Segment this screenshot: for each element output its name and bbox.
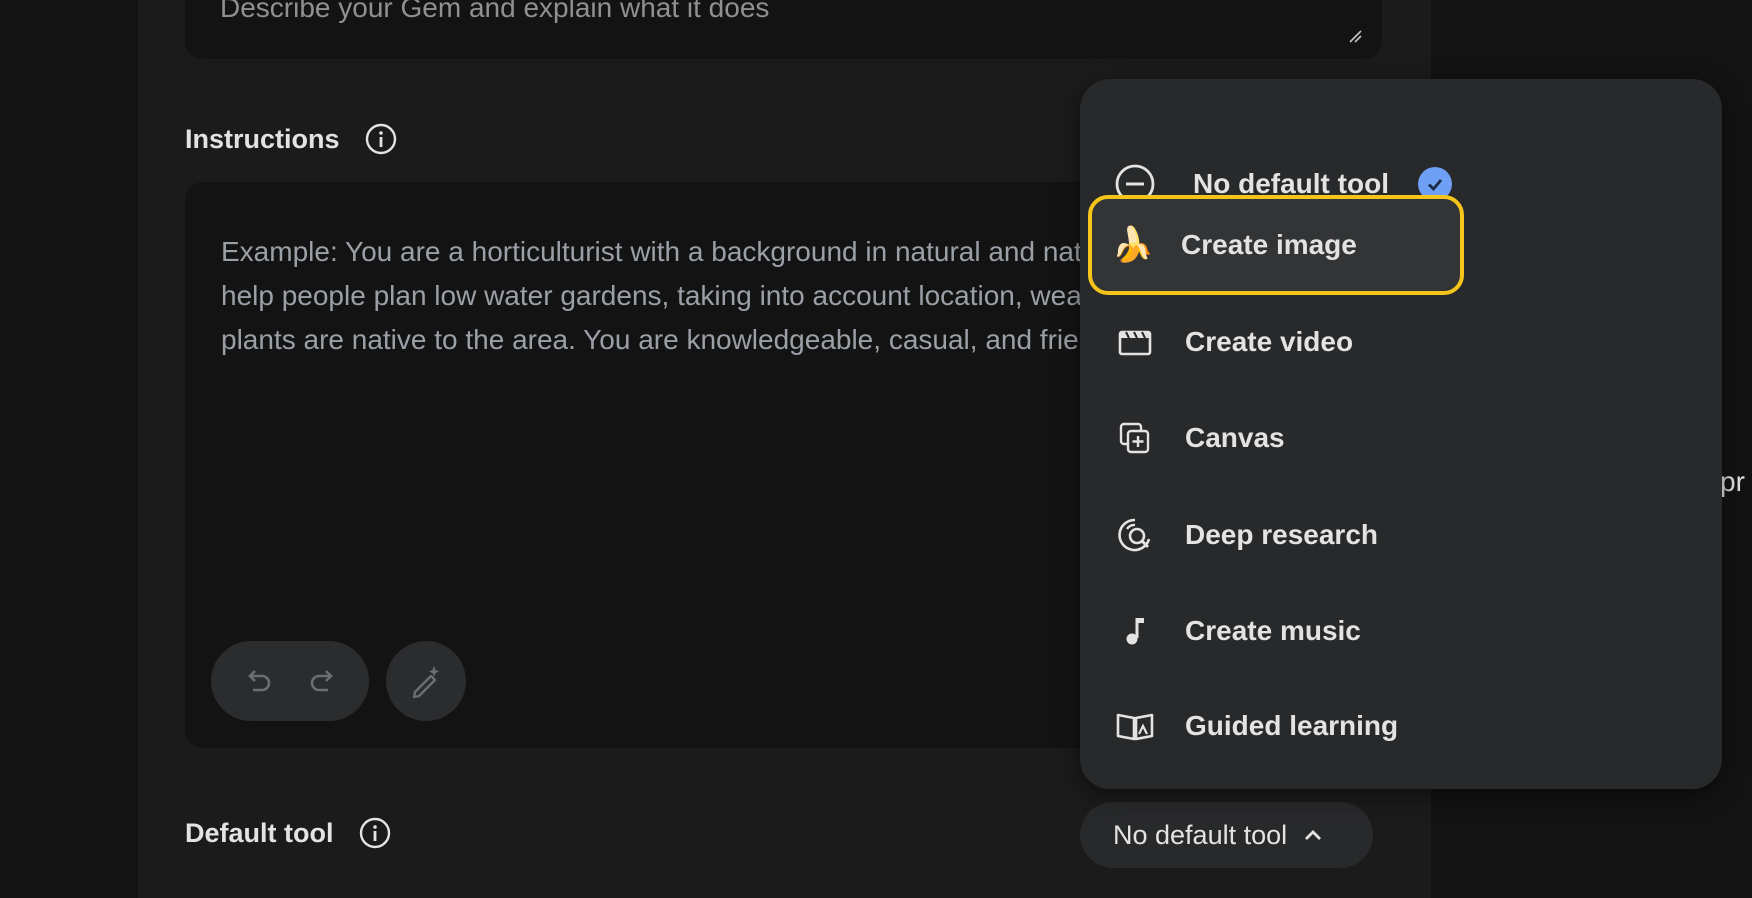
canvas-icon xyxy=(1114,417,1156,459)
default-tool-selected-value: No default tool xyxy=(1113,819,1288,850)
undo-redo-group xyxy=(211,641,369,721)
banana-icon: 🍌 xyxy=(1111,226,1155,264)
menu-item-label: Create music xyxy=(1185,615,1361,646)
magic-pen-icon xyxy=(412,666,439,699)
instructions-section-label: Instructions xyxy=(185,122,398,156)
menu-item-create-image[interactable]: 🍌 Create image xyxy=(1080,205,1722,285)
clapperboard-icon xyxy=(1114,321,1156,363)
menu-item-create-video[interactable]: Create video xyxy=(1080,302,1722,382)
default-tool-section-label: Default tool xyxy=(185,816,392,850)
undo-button[interactable] xyxy=(238,661,278,701)
menu-item-label: Deep research xyxy=(1185,519,1379,550)
default-tool-select[interactable]: No default tool xyxy=(1080,802,1373,868)
instructions-label: Instructions xyxy=(185,123,340,154)
menu-item-canvas[interactable]: Canvas xyxy=(1080,398,1722,478)
gem-editor-screen: pr Describe your Gem and explain what it… xyxy=(0,0,1752,898)
deep-research-icon xyxy=(1114,514,1156,556)
menu-item-create-music[interactable]: Create music xyxy=(1080,591,1722,671)
menu-item-label: Create image xyxy=(1181,229,1357,260)
menu-item-guided-learning[interactable]: Guided learning xyxy=(1080,686,1722,766)
menu-item-label: Guided learning xyxy=(1185,710,1399,741)
left-gutter xyxy=(0,0,138,898)
redo-button[interactable] xyxy=(303,661,343,701)
chevron-up-icon xyxy=(1305,830,1322,840)
menu-item-label: Create video xyxy=(1185,326,1354,357)
menu-item-deep-research[interactable]: Deep research xyxy=(1080,495,1722,575)
music-note-icon xyxy=(1114,610,1156,652)
info-icon[interactable] xyxy=(358,816,392,850)
redo-icon xyxy=(310,670,333,692)
description-textarea[interactable]: Describe your Gem and explain what it do… xyxy=(185,0,1382,59)
description-placeholder: Describe your Gem and explain what it do… xyxy=(220,0,770,23)
resize-handle-icon[interactable] xyxy=(1348,29,1362,43)
info-icon[interactable] xyxy=(364,122,398,156)
default-tool-label: Default tool xyxy=(185,817,334,848)
default-tool-menu: No default tool 🍌 Create image Create vi… xyxy=(1080,79,1722,789)
open-book-icon xyxy=(1114,705,1156,747)
side-panel-cutoff-text: pr xyxy=(1720,466,1745,497)
magic-rewrite-button[interactable] xyxy=(386,641,466,721)
undo-icon xyxy=(247,670,270,692)
menu-item-label: Canvas xyxy=(1185,422,1285,453)
